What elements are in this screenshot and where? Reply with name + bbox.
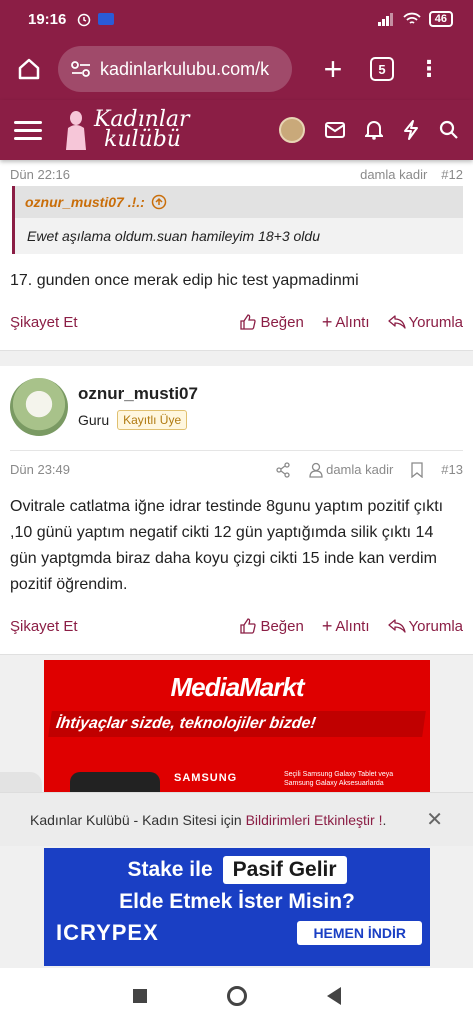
close-icon[interactable]: ✕ xyxy=(426,807,443,832)
post-date: Dün 22:16 xyxy=(10,167,70,182)
wifi-icon xyxy=(403,12,421,24)
reply-label: Yorumla xyxy=(408,617,463,635)
user-icon xyxy=(309,462,323,478)
report-button[interactable]: Şikayet Et xyxy=(10,618,78,635)
logo-line2: kulübü xyxy=(104,127,181,152)
post-meta: Dün 23:49 damla kadir #13 xyxy=(10,450,463,488)
user-avatar[interactable] xyxy=(279,117,305,143)
quote-button[interactable]: + Alıntı xyxy=(322,312,370,333)
post-date[interactable]: Dün 23:49 xyxy=(10,462,70,477)
report-button[interactable]: Şikayet Et xyxy=(10,314,78,331)
post-12: Dün 22:16 damla kadir #12 oznur_musti07 … xyxy=(0,160,473,350)
recents-icon[interactable] xyxy=(132,989,147,1003)
plus-icon: + xyxy=(321,615,333,636)
site-logo[interactable]: Kadınlar kulübü xyxy=(62,108,190,152)
reply-icon xyxy=(387,315,406,329)
battery-indicator: 46 xyxy=(428,11,453,27)
quote-block: oznur_musti07 .!.: Ewet aşılama oldum.su… xyxy=(12,186,463,254)
icrypex-ad[interactable]: Stake ile Pasif Gelir Elde Etmek İster M… xyxy=(44,848,430,966)
post-author: oznur_musti07 Guru Kayıtlı Üye xyxy=(10,366,463,450)
back-icon[interactable] xyxy=(326,987,341,1005)
like-button[interactable]: Beğen xyxy=(240,616,304,637)
address-bar[interactable]: kadinlarkulubu.com/k xyxy=(58,46,292,92)
mail-icon[interactable] xyxy=(325,122,345,138)
hamburger-menu-icon[interactable] xyxy=(14,120,42,140)
url-text: kadinlarkulubu.com/k xyxy=(100,58,270,79)
ad-cta-button[interactable]: HEMEN İNDİR xyxy=(297,921,422,945)
ad-slogan: İhtiyaçlar sizde, teknolojiler bizde! xyxy=(48,711,426,737)
notice-text: Kadınlar Kulübü - Kadın Sitesi için xyxy=(30,811,246,828)
home-button[interactable] xyxy=(12,52,46,86)
thumbs-up-icon xyxy=(240,618,257,634)
quote-text: Ewet aşılama oldum.suan hamileyim 18+3 o… xyxy=(27,228,320,244)
post-actions: Şikayet Et Beğen + Alıntı Yorumla xyxy=(10,294,463,350)
search-icon[interactable] xyxy=(439,120,459,140)
home-icon xyxy=(18,58,40,80)
bell-icon[interactable] xyxy=(365,120,383,140)
like-button[interactable]: Beğen xyxy=(240,312,304,333)
quote-author[interactable]: oznur_musti07 .!.: xyxy=(25,194,145,210)
post-actions: Şikayet Et Beğen + Alıntı Yorumla xyxy=(10,598,463,654)
ad-brand: SAMSUNG xyxy=(174,772,238,784)
tab-switcher-button[interactable]: 5 xyxy=(370,57,394,81)
author-role: Guru xyxy=(78,412,110,428)
like-label: Beğen xyxy=(260,313,304,331)
thumbs-up-icon xyxy=(240,314,257,330)
quote-button[interactable]: + Alıntı xyxy=(322,616,370,637)
post-body: 17. gunden once merak edip hic test yapm… xyxy=(10,272,359,289)
reply-button[interactable]: Yorumla xyxy=(387,312,463,333)
reply-icon xyxy=(387,619,406,633)
browser-toolbar: kadinlarkulubu.com/k + 5 ⋮ xyxy=(0,38,473,100)
share-icon[interactable] xyxy=(275,461,291,478)
post-number[interactable]: #13 xyxy=(441,462,463,477)
notification-notice: Kadınlar Kulübü - Kadın Sitesi için Bild… xyxy=(0,792,473,846)
post-separator xyxy=(0,350,473,366)
quote-label: Alıntı xyxy=(335,313,370,331)
post-13: oznur_musti07 Guru Kayıtlı Üye Dün 23:49… xyxy=(0,366,473,654)
reply-label: Yorumla xyxy=(408,313,463,331)
status-bar: 19:16 46 xyxy=(0,0,473,38)
browser-menu-button[interactable]: ⋮ xyxy=(418,56,440,82)
plus-icon: + xyxy=(321,311,333,332)
author-avatar[interactable] xyxy=(10,378,68,436)
post-user-link[interactable]: damla kadir xyxy=(309,462,393,478)
ad-fine-print: Seçili Samsung Galaxy Tablet veya Samsun… xyxy=(284,771,394,787)
home-nav-icon[interactable] xyxy=(226,986,247,1006)
post-number[interactable]: #12 xyxy=(441,167,463,182)
post-user: damla kadir xyxy=(326,462,394,477)
ad-line1b: Pasif Gelir xyxy=(222,856,347,884)
reply-button[interactable]: Yorumla xyxy=(387,616,463,637)
alarm-icon xyxy=(78,13,91,27)
enable-notifications-link[interactable]: Bildirimleri Etkinleştir ! xyxy=(246,812,383,828)
member-badge: Kayıtlı Üye xyxy=(117,410,188,430)
new-tab-button[interactable]: + xyxy=(316,51,350,88)
signal-icon xyxy=(377,13,393,26)
ad-logo: MediaMarkt xyxy=(170,672,304,702)
lightning-icon[interactable] xyxy=(403,120,419,140)
app-notification-icon xyxy=(98,13,115,25)
quote-label: Alıntı xyxy=(335,617,370,635)
site-settings-icon xyxy=(71,61,90,77)
site-header: Kadınlar kulübü xyxy=(0,100,473,160)
post-body: Ovitrale catlatma iğne idrar testinde 8g… xyxy=(10,498,444,593)
logo-figure-icon xyxy=(66,111,86,150)
bookmark-icon[interactable] xyxy=(411,461,423,478)
ad-line1a: Stake ile xyxy=(127,858,213,881)
status-time: 19:16 xyxy=(28,10,67,28)
ad-line2: Elde Etmek İster Misin? xyxy=(119,890,355,913)
post-user[interactable]: damla kadir xyxy=(360,167,427,182)
thread-content: Dün 22:16 damla kadir #12 oznur_musti07 … xyxy=(0,160,473,666)
ad-brand: ICRYPEX xyxy=(56,920,159,945)
system-nav-bar xyxy=(0,968,473,1024)
arrow-up-circle-icon[interactable] xyxy=(151,194,167,210)
author-name[interactable]: oznur_musti07 xyxy=(78,384,198,404)
like-label: Beğen xyxy=(260,617,304,635)
